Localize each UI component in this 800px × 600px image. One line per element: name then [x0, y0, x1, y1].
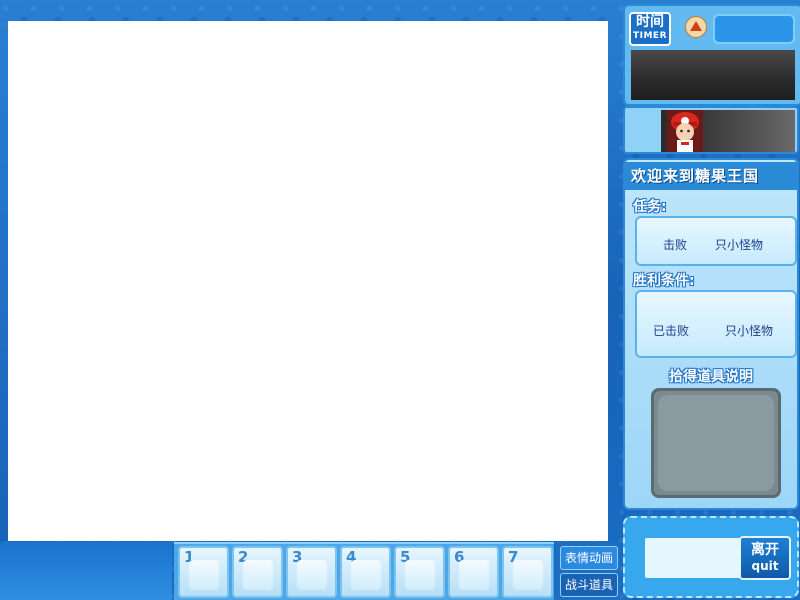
- task-label: 任务:: [633, 199, 667, 215]
- battle-items-tab-button[interactable]: 战斗道具: [560, 573, 618, 597]
- task-text-left: 击败: [663, 238, 688, 252]
- slot-inner: [459, 560, 489, 590]
- slot-inner: [351, 560, 381, 590]
- avatar-slot: [661, 110, 795, 152]
- emote-tab-button[interactable]: 表情动画: [560, 546, 618, 570]
- item-slot-6[interactable]: 6: [448, 546, 499, 598]
- chat-input[interactable]: [645, 538, 741, 578]
- quit-label-en: quit: [751, 559, 779, 573]
- game-canvas[interactable]: [8, 21, 608, 541]
- player-avatar-icon[interactable]: [667, 110, 703, 152]
- timer-panel: 时间 TIMER: [623, 4, 800, 106]
- rank-badge-icon: [685, 16, 707, 38]
- mode-button-group: 表情动画 战斗道具: [556, 542, 620, 600]
- item-slot-bar: 1 2 3 4 5 6 7: [174, 542, 554, 600]
- task-text-right: 只小怪物: [715, 238, 764, 252]
- item-slot-5[interactable]: 5: [394, 546, 445, 598]
- victory-card: 已击败 只小怪物: [635, 290, 797, 358]
- victory-label: 胜利条件:: [633, 273, 695, 289]
- slot-inner: [405, 560, 435, 590]
- timer-bar-area: [631, 50, 795, 100]
- victory-text-left: 已击败: [653, 324, 690, 338]
- slot-inner: [189, 560, 219, 590]
- item-slot-2[interactable]: 2: [232, 546, 283, 598]
- task-card: 击败 只小怪物: [635, 216, 797, 266]
- timer-logo-en: TIMER: [632, 31, 668, 41]
- pickup-items-title: 拾得道具说明: [669, 369, 753, 385]
- welcome-banner: 欢迎来到糖果王国: [625, 162, 797, 190]
- victory-text-right: 只小怪物: [725, 324, 774, 338]
- slot-inner: [513, 560, 543, 590]
- pickup-item-inner: [658, 395, 774, 491]
- chat-panel: 离开 quit: [623, 516, 799, 598]
- right-panel: 时间 TIMER 欢迎来到糖果王国 任务: 击败 只小怪物 胜利条件: 已击败 …: [620, 0, 800, 600]
- mission-info-panel: 欢迎来到糖果王国 任务: 击败 只小怪物 胜利条件: 已击败 只小怪物 拾得道具…: [623, 158, 799, 510]
- item-slot-7[interactable]: 7: [502, 546, 553, 598]
- item-slot-4[interactable]: 4: [340, 546, 391, 598]
- player-avatar-panel: [623, 106, 799, 154]
- left-border: [0, 21, 8, 541]
- slot-inner: [297, 560, 327, 590]
- timer-logo-cn: 时间: [636, 14, 664, 30]
- timer-display: [713, 14, 795, 44]
- item-slot-3[interactable]: 3: [286, 546, 337, 598]
- slot-inner: [243, 560, 273, 590]
- timer-logo: 时间 TIMER: [629, 12, 671, 46]
- item-slot-1[interactable]: 1: [178, 546, 229, 598]
- quit-label-cn: 离开: [751, 542, 779, 558]
- pickup-item-display: [651, 388, 781, 498]
- bottom-left-bar: [0, 542, 172, 600]
- quit-button[interactable]: 离开 quit: [739, 536, 791, 580]
